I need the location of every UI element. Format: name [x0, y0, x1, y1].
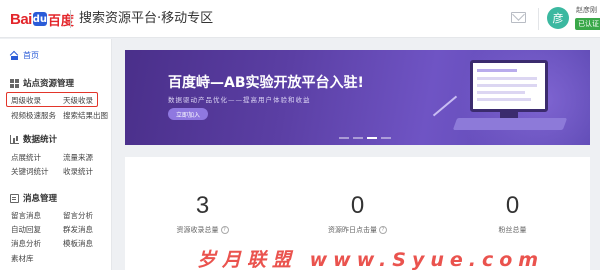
- sidebar-item-index-stats[interactable]: 收录统计: [63, 166, 93, 177]
- verified-badge: 已认证: [575, 18, 600, 30]
- username[interactable]: 赵彦刚: [576, 5, 597, 15]
- carousel-dot[interactable]: [381, 137, 391, 139]
- home-icon: [10, 52, 19, 60]
- stat-label: 资源收录总量 ?: [125, 225, 280, 235]
- monitor-illustration: [470, 60, 548, 112]
- stat-value: 3: [195, 192, 210, 219]
- banner-title: 百度峙—AB实验开放平台入驻!: [168, 75, 364, 91]
- top-header: Bai du 百度 搜索资源平台·移动专区 彦 赵彦刚 已认证: [0, 0, 600, 38]
- platform-title: 搜索资源平台·移动专区: [79, 11, 214, 26]
- section-title: 数据统计: [23, 135, 58, 145]
- logo-divider: [70, 10, 71, 28]
- sidebar-item-messages[interactable]: 留言消息: [11, 210, 41, 221]
- sidebar-item-click-stats[interactable]: 点展统计: [11, 152, 41, 163]
- chart-icon: [10, 134, 19, 144]
- paw-icon: du: [32, 12, 47, 26]
- sidebar: 首页 站点资源管理 周级收录 天级收录 视频极速服务 搜索结果出图 数据统计 点…: [0, 39, 112, 270]
- section-site-resources: 站点资源管理: [10, 77, 74, 89]
- promo-banner[interactable]: 百度峙—AB实验开放平台入驻! 数据驱动产品优化——提高用户体验和收益 立即加入: [125, 50, 590, 145]
- section-data-stats: 数据统计: [10, 133, 57, 145]
- header-divider: [538, 8, 539, 30]
- sidebar-item-material-library[interactable]: 素材库: [11, 253, 34, 264]
- carousel-dot[interactable]: [353, 137, 363, 139]
- sidebar-item-daily-index[interactable]: 天级收录: [63, 95, 93, 106]
- sidebar-item-auto-reply[interactable]: 自动回复: [11, 224, 41, 235]
- sidebar-item-search-image[interactable]: 搜索结果出图: [63, 110, 108, 121]
- join-button[interactable]: 立即加入: [168, 108, 208, 120]
- section-title: 站点资源管理: [23, 79, 75, 89]
- stat-label-text: 粉丝总量: [498, 226, 527, 234]
- logo-text-bai: Bai: [10, 10, 32, 28]
- site-watermark: 岁月联盟 www.Syue.com: [197, 249, 545, 270]
- help-icon[interactable]: ?: [379, 226, 387, 234]
- section-message-mgmt: 消息管理: [10, 192, 57, 204]
- sidebar-item-keyword-stats[interactable]: 关键词统计: [11, 166, 49, 177]
- carousel-dot[interactable]: [339, 137, 349, 139]
- carousel-dot-active[interactable]: [367, 137, 377, 139]
- sidebar-item-message-analysis[interactable]: 留言分析: [63, 210, 93, 221]
- sidebar-item-home[interactable]: 首页: [10, 50, 39, 61]
- avatar[interactable]: 彦: [547, 7, 569, 29]
- carousel-dots: [339, 137, 391, 139]
- message-icon: [10, 193, 19, 203]
- banner-subtitle: 数据驱动产品优化——提高用户体验和收益: [168, 96, 311, 104]
- section-title: 消息管理: [23, 194, 58, 204]
- sidebar-item-label: 首页: [23, 51, 39, 60]
- mail-icon[interactable]: [511, 12, 526, 23]
- sidebar-item-video-express[interactable]: 视频极速服务: [11, 110, 56, 121]
- sidebar-item-msg-analytics[interactable]: 消息分析: [11, 238, 41, 249]
- stat-label-text: 资源收录总量: [176, 226, 219, 234]
- stat-label-text: 资源昨日点击量: [328, 226, 377, 234]
- sidebar-item-weekly-index[interactable]: 周级收录: [11, 95, 41, 106]
- sidebar-item-broadcast[interactable]: 群发消息: [63, 224, 93, 235]
- baidu-logo[interactable]: Bai du 百度: [10, 10, 74, 29]
- sidebar-item-template-msg[interactable]: 模板消息: [63, 238, 93, 249]
- stat-value: 0: [505, 192, 520, 219]
- stat-value: 0: [350, 192, 365, 219]
- stat-label: 资源昨日点击量 ?: [280, 225, 435, 235]
- keyboard-illustration: [452, 118, 568, 130]
- grid-icon: [10, 78, 19, 88]
- sidebar-item-traffic-source[interactable]: 流量来源: [63, 152, 93, 163]
- stat-label: 粉丝总量: [435, 225, 590, 235]
- help-icon[interactable]: ?: [220, 226, 229, 234]
